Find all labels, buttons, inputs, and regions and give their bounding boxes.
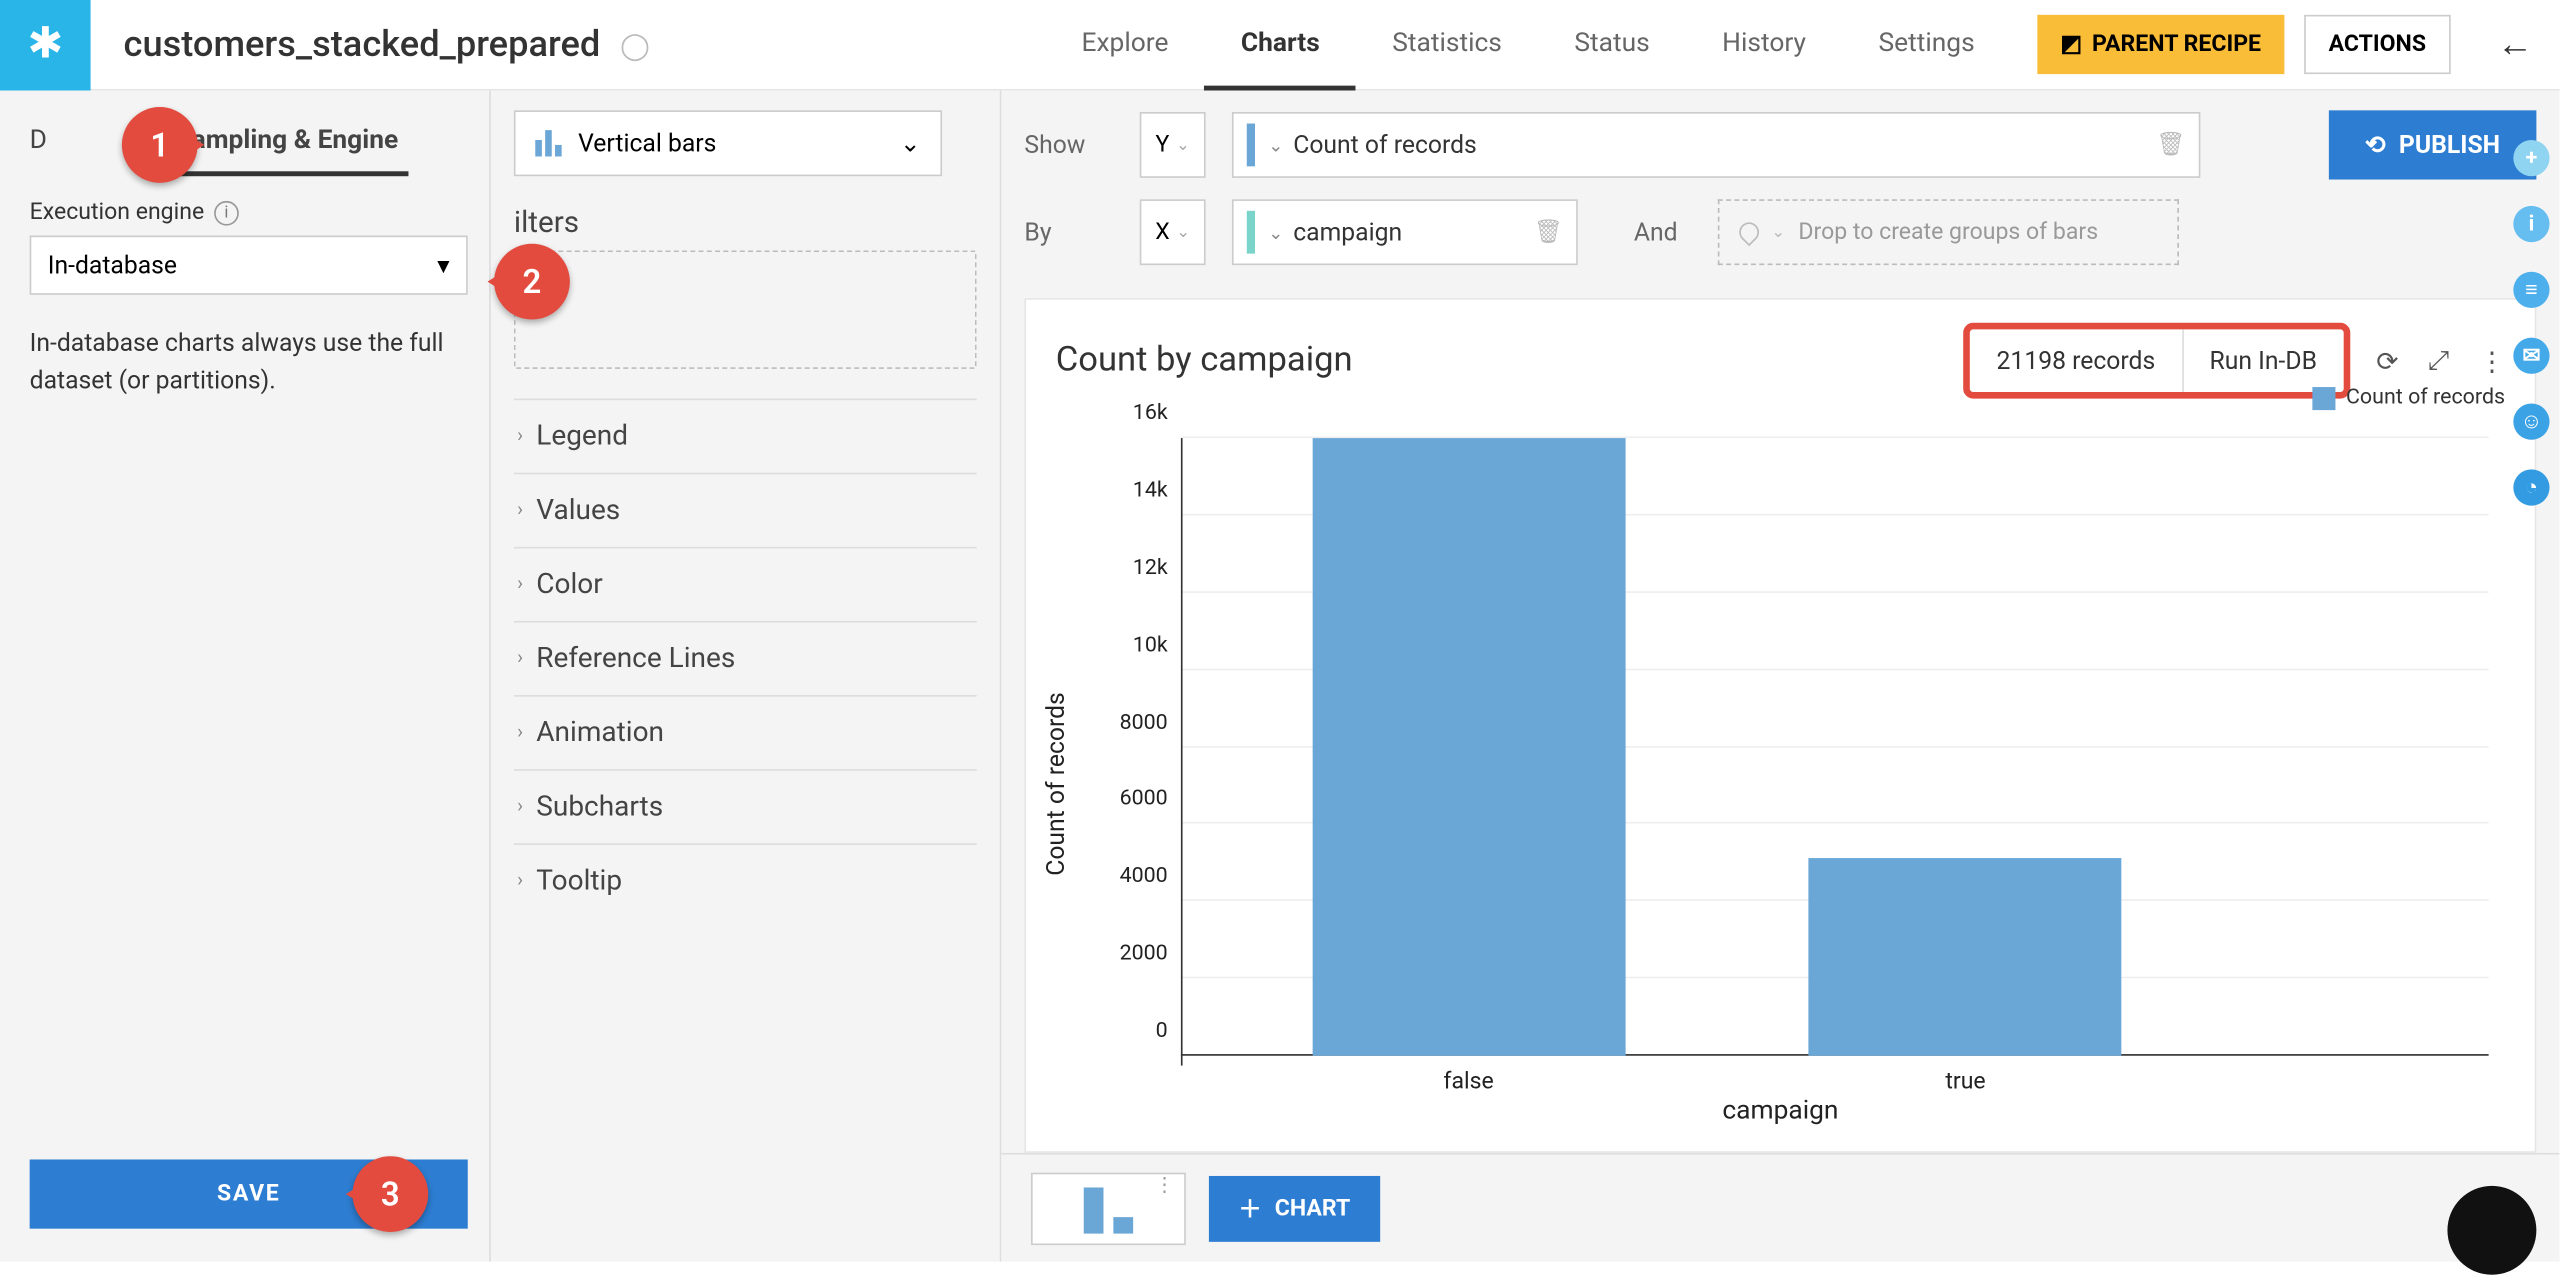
filters-dropzone[interactable]: [514, 250, 977, 369]
y-tick: 14k: [1133, 478, 1181, 503]
back-arrow-icon[interactable]: ←: [2471, 23, 2560, 66]
chevron-right-icon: ›: [517, 572, 523, 595]
trash-icon[interactable]: 🗑: [1534, 219, 1563, 245]
more-icon[interactable]: ⋮: [1155, 1180, 1175, 1187]
chevron-right-icon: ›: [517, 868, 523, 891]
x-axis-pill[interactable]: X⌄: [1140, 199, 1206, 265]
chevron-right-icon: ›: [517, 646, 523, 669]
rail-info-icon[interactable]: i: [2513, 206, 2549, 242]
chevron-right-icon: ›: [517, 497, 523, 520]
add-chart-button[interactable]: ＋CHART: [1209, 1175, 1380, 1241]
accordion-reference-lines[interactable]: ›Reference Lines: [514, 621, 977, 695]
right-rail: + i ≡ ✉ ☺ ◔: [2503, 91, 2559, 506]
y-tick: 4000: [1120, 864, 1181, 889]
engine-hint-text: In-database charts always use the full d…: [30, 324, 460, 401]
chart-plot: Count of records 0200040006000800010k12k…: [1056, 438, 2505, 1128]
rail-chat-icon[interactable]: ✉: [2513, 338, 2549, 374]
raindrop-icon: [1734, 218, 1762, 246]
and-label: And: [1634, 217, 1678, 247]
accordion-legend[interactable]: ›Legend: [514, 399, 977, 473]
accordion-subcharts[interactable]: ›Subcharts: [514, 769, 977, 843]
chart-bar: [1312, 438, 1625, 1056]
chart-type-select[interactable]: Vertical bars ⌄: [514, 110, 942, 176]
run-indb-button[interactable]: Run In-DB: [2182, 329, 2344, 392]
group-dropzone[interactable]: ⌄ Drop to create groups of bars: [1717, 199, 2178, 265]
accordion-animation[interactable]: ›Animation: [514, 695, 977, 769]
parent-recipe-button[interactable]: ◩PARENT RECIPE: [2037, 15, 2284, 74]
fab-icon[interactable]: [2447, 1186, 2536, 1275]
y-axis-label: Count of records: [1041, 691, 1071, 875]
rail-add-icon[interactable]: +: [2513, 140, 2549, 176]
x-metric-box[interactable]: ⌄ campaign 🗑: [1232, 199, 1578, 265]
execution-engine-label: Execution engine i: [30, 199, 460, 225]
chevron-right-icon: ›: [517, 794, 523, 817]
chevron-down-icon: ⌄: [1771, 223, 1785, 241]
chart-title: Count by campaign: [1056, 341, 1353, 381]
y-axis-pill[interactable]: Y⌄: [1140, 112, 1206, 178]
nav-history[interactable]: History: [1686, 0, 1842, 90]
legend-swatch: [2313, 386, 2336, 409]
rail-history-icon[interactable]: ◔: [2513, 469, 2549, 505]
more-icon[interactable]: ⋮: [2479, 345, 2505, 376]
x-tick: false: [1443, 1056, 1493, 1096]
by-label: By: [1024, 217, 1113, 247]
trash-icon[interactable]: 🗑: [2156, 132, 2185, 158]
nav-charts[interactable]: Charts: [1205, 0, 1356, 90]
chevron-down-icon: ⌄: [1176, 136, 1190, 154]
publish-icon: ⟲: [2365, 130, 2386, 160]
chevron-down-icon: ⌄: [900, 128, 921, 158]
chevron-down-icon: ⌄: [1176, 223, 1190, 241]
chart-legend: Count of records: [2313, 385, 2505, 410]
metric-stripe: [1247, 124, 1255, 167]
y-tick: 0: [1156, 1019, 1181, 1044]
actions-button[interactable]: ACTIONS: [2304, 15, 2451, 74]
plus-icon: ＋: [1239, 1192, 1262, 1225]
recipe-icon: ◩: [2060, 31, 2082, 57]
y-tick: 10k: [1133, 633, 1181, 658]
callout-3: 3: [352, 1156, 428, 1232]
accordion-values[interactable]: ›Values: [514, 473, 977, 547]
x-tick: true: [1945, 1056, 1985, 1096]
rail-list-icon[interactable]: ≡: [2513, 272, 2549, 308]
rail-user-icon[interactable]: ☺: [2513, 404, 2549, 440]
nav-settings[interactable]: Settings: [1842, 0, 2011, 90]
y-tick: 8000: [1120, 710, 1181, 735]
y-tick: 12k: [1133, 555, 1181, 580]
vertical-bars-icon: [535, 130, 561, 156]
y-metric-box[interactable]: ⌄ Count of records 🗑: [1232, 112, 2200, 178]
chevron-down-icon: ⌄: [1268, 222, 1283, 243]
chevron-down-icon: ▾: [437, 250, 449, 280]
execution-engine-select[interactable]: In-database ▾: [30, 236, 468, 295]
chevron-down-icon: ⌄: [1268, 134, 1283, 155]
accordion-tooltip[interactable]: ›Tooltip: [514, 843, 977, 917]
refresh-icon[interactable]: ⟳: [2376, 345, 2398, 376]
chevron-right-icon: ›: [517, 423, 523, 446]
accordion-color[interactable]: ›Color: [514, 547, 977, 621]
chart-bar: [1809, 859, 2122, 1056]
info-icon[interactable]: i: [214, 200, 239, 225]
expand-icon[interactable]: ⤢: [2428, 344, 2449, 377]
nav-statistics[interactable]: Statistics: [1356, 0, 1538, 90]
records-runindb-highlight: 21198 records Run In-DB: [1964, 323, 2350, 399]
y-tick: 6000: [1120, 787, 1181, 812]
x-axis-label: campaign: [1722, 1094, 1838, 1125]
record-count: 21198 records: [1970, 329, 2181, 392]
nav-explore[interactable]: Explore: [1045, 0, 1204, 90]
top-nav: Explore Charts Statistics Status History…: [1045, 0, 2559, 90]
page-title: customers_stacked_prepared: [124, 24, 601, 65]
filters-title: ilters: [514, 206, 977, 241]
metric-stripe: [1247, 211, 1255, 254]
callout-1: 1: [122, 107, 198, 183]
info-circle-icon[interactable]: ◯: [620, 29, 649, 60]
y-tick: 16k: [1133, 401, 1181, 426]
chart-thumbnail[interactable]: ⋮: [1031, 1172, 1186, 1244]
nav-status[interactable]: Status: [1538, 0, 1686, 90]
left-tab-d[interactable]: D: [30, 107, 57, 176]
show-label: Show: [1024, 130, 1113, 160]
callout-2: 2: [494, 244, 570, 320]
y-tick: 2000: [1120, 941, 1181, 966]
chevron-right-icon: ›: [517, 720, 523, 743]
snowflake-logo[interactable]: ✱: [0, 0, 91, 90]
